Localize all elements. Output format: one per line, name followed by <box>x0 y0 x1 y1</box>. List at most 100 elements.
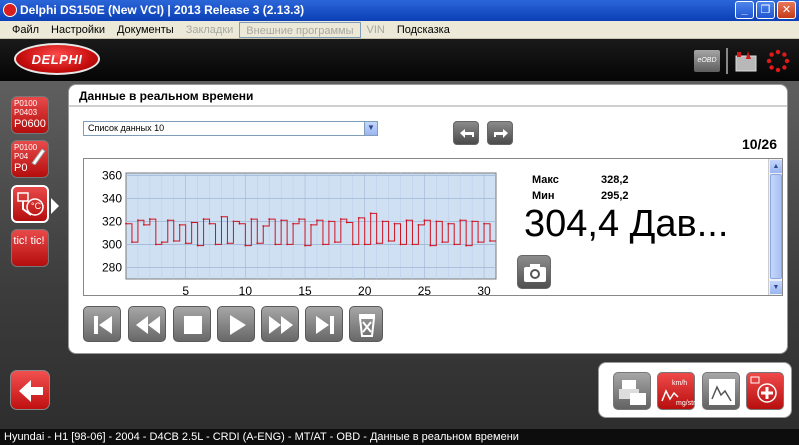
data-point <box>220 215 223 218</box>
y-tick-label: 280 <box>102 260 122 274</box>
play-icon <box>230 315 246 335</box>
live-data-field: 280 300 320 340 360 5 10 15 20 25 30 Макс 328,2 Ми… <box>83 158 783 297</box>
max-value: 328,2 <box>601 174 629 186</box>
data-point <box>393 222 396 225</box>
snapshot-button[interactable] <box>517 255 551 289</box>
menu-vin: VIN <box>366 23 385 36</box>
panel-title: Данные в реальном времени <box>79 89 254 103</box>
menu-settings[interactable]: Настройки <box>45 22 111 38</box>
app-icon <box>3 3 17 17</box>
skip-start-icon <box>94 316 112 334</box>
y-tick-label: 300 <box>102 237 122 251</box>
rewind-button[interactable] <box>128 306 166 342</box>
field-scrollbar[interactable]: ▲ ▼ <box>768 159 782 295</box>
current-value: 304,4 Дав... <box>524 203 729 245</box>
data-point <box>304 244 306 247</box>
data-point <box>208 222 211 225</box>
x-tick-label: 25 <box>418 284 432 297</box>
data-point <box>166 219 169 222</box>
data-point <box>184 242 187 245</box>
data-point <box>483 222 485 225</box>
add-sensor-icon <box>750 376 777 403</box>
data-point <box>339 218 342 220</box>
delete-recording-button[interactable] <box>349 306 383 342</box>
data-point <box>411 243 414 246</box>
window-controls: _ ❐ ✕ <box>735 1 796 19</box>
previous-page-button[interactable] <box>453 121 479 145</box>
add-parameter-button[interactable] <box>746 372 784 410</box>
logo-text: DELPHI <box>31 52 83 67</box>
trash-icon <box>358 314 376 337</box>
print-button[interactable] <box>613 372 651 410</box>
undo-arrow-icon <box>460 129 474 138</box>
data-point <box>214 243 217 246</box>
menu-bar: Файл Настройки Документы Закладки Внешни… <box>0 21 799 39</box>
data-point <box>292 222 294 225</box>
tic-button[interactable]: tic! tic! <box>11 229 49 267</box>
data-point <box>459 219 462 222</box>
data-point <box>256 242 259 245</box>
data-point <box>172 240 175 242</box>
data-point <box>399 243 402 246</box>
minimize-button[interactable]: _ <box>735 1 754 19</box>
back-button[interactable] <box>10 370 50 410</box>
skip-start-button[interactable] <box>83 306 121 342</box>
menu-documents[interactable]: Документы <box>111 22 180 38</box>
menu-help[interactable]: Подсказка <box>391 22 456 38</box>
data-point <box>387 240 390 242</box>
fast-forward-button[interactable] <box>261 306 299 342</box>
vci-case-icon[interactable] <box>734 49 758 73</box>
live-data-panel: Данные в реальном времени Список данных … <box>68 84 788 354</box>
skip-end-button[interactable] <box>305 306 343 342</box>
data-point <box>196 244 199 247</box>
units-button[interactable]: km/h mg/str <box>657 372 696 410</box>
dtc-code: P0403 <box>14 108 38 117</box>
rewind-icon <box>136 316 160 334</box>
skip-end-icon <box>316 316 334 334</box>
app-header: DELPHI <box>0 39 799 81</box>
data-list-select[interactable]: Список данных 10 ▼ <box>83 121 378 136</box>
fast-forward-icon <box>269 316 293 334</box>
x-tick-label: 10 <box>239 284 253 297</box>
data-point <box>125 222 127 225</box>
play-button[interactable] <box>217 306 255 342</box>
data-point <box>202 218 205 220</box>
data-point <box>322 243 324 246</box>
svg-text:km/h: km/h <box>672 380 687 387</box>
delphi-logo: DELPHI <box>14 43 100 75</box>
data-point <box>453 243 456 246</box>
close-button[interactable]: ✕ <box>777 1 796 19</box>
maximize-button[interactable]: ❐ <box>756 1 775 19</box>
y-tick-label: 360 <box>102 168 122 182</box>
data-point <box>447 222 450 225</box>
data-point <box>310 223 312 226</box>
data-point <box>435 220 438 223</box>
title-divider <box>69 105 787 107</box>
next-page-button[interactable] <box>487 121 513 145</box>
scroll-thumb[interactable] <box>770 174 782 279</box>
eobd-button[interactable]: eOBD <box>694 50 720 72</box>
data-point <box>148 218 151 220</box>
scroll-up-icon[interactable]: ▲ <box>770 160 782 173</box>
data-point <box>333 241 336 244</box>
chevron-down-icon[interactable]: ▼ <box>364 122 377 135</box>
x-tick-label: 20 <box>358 284 372 297</box>
max-label: Макс <box>532 174 559 186</box>
x-tick-label: 30 <box>477 284 491 297</box>
data-point <box>357 217 360 219</box>
read-dtc-button[interactable]: P0100 P0403 P0600 <box>11 96 49 134</box>
scroll-down-icon[interactable]: ▼ <box>770 281 782 294</box>
live-data-button[interactable]: °C <box>11 185 49 223</box>
data-list-value: Список данных 10 <box>88 123 165 133</box>
redo-arrow-icon <box>494 129 508 138</box>
data-point <box>316 219 318 222</box>
data-point <box>286 243 289 246</box>
stop-button[interactable] <box>173 306 211 342</box>
data-point <box>465 244 468 247</box>
graph-mode-button[interactable] <box>702 372 740 410</box>
clear-dtc-button[interactable]: P0100 P04 P0 <box>11 140 49 178</box>
data-point <box>423 219 426 222</box>
menu-file[interactable]: Файл <box>6 22 45 38</box>
data-point <box>477 241 479 244</box>
data-point <box>363 243 366 246</box>
